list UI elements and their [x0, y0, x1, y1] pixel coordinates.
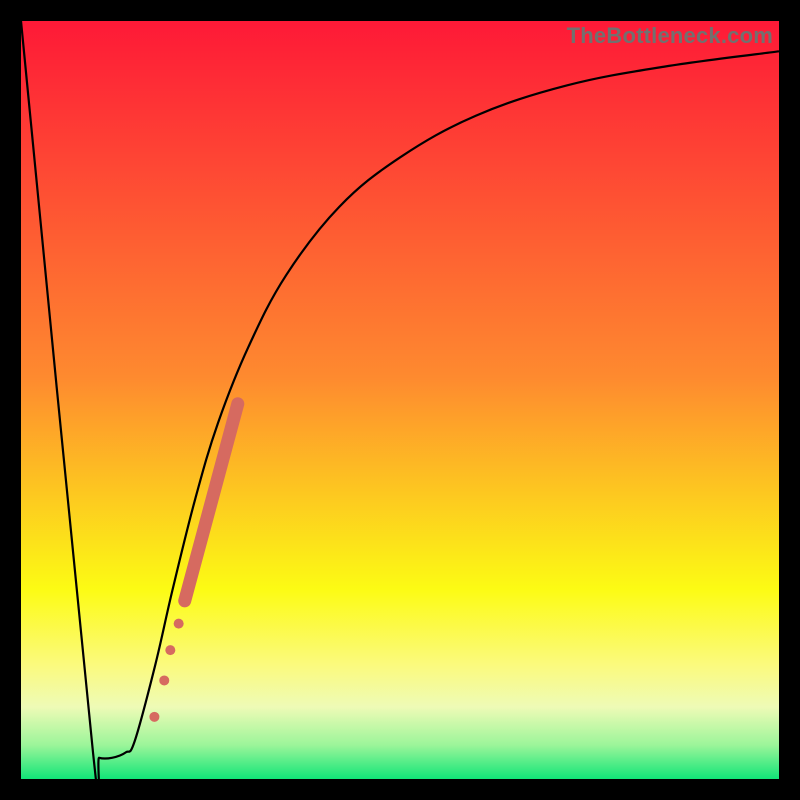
- watermark-text: TheBottleneck.com: [567, 23, 773, 49]
- chart-frame: TheBottleneck.com: [0, 0, 800, 800]
- bottleneck-chart-svg: [21, 21, 779, 779]
- gradient-background: [21, 21, 779, 779]
- marker-dot: [165, 645, 175, 655]
- marker-dot: [149, 712, 159, 722]
- marker-dot: [174, 619, 184, 629]
- plot-area: TheBottleneck.com: [21, 21, 779, 779]
- marker-dot: [159, 675, 169, 685]
